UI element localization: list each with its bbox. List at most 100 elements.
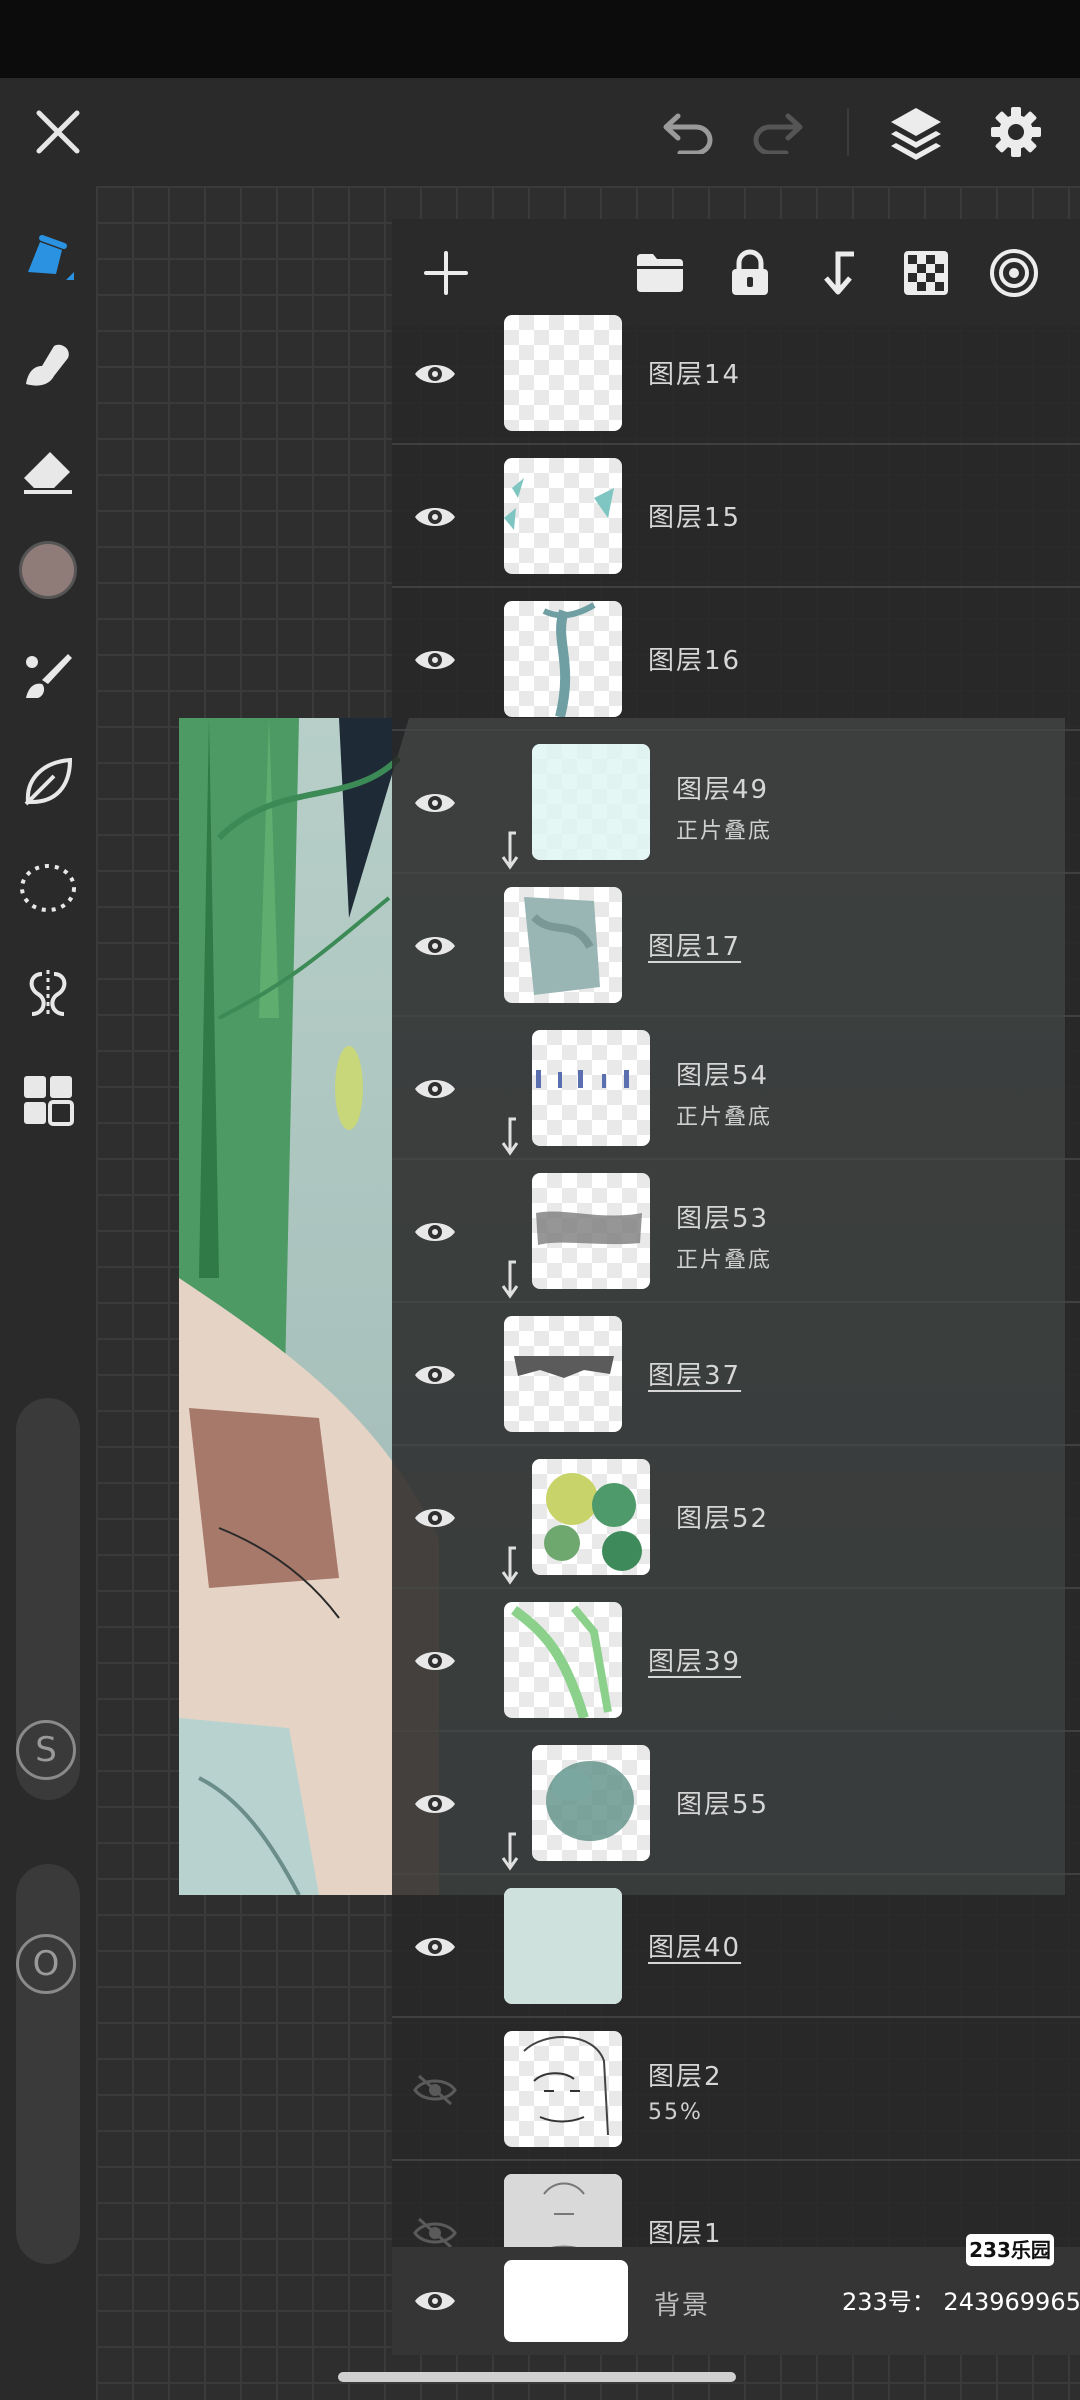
close-icon [36, 110, 80, 154]
layer-name: 图层55 [676, 1790, 770, 1820]
layer-row[interactable]: 图层52 [392, 1446, 1080, 1589]
layer-name: 图层16 [648, 646, 742, 676]
settings-button[interactable] [966, 78, 1066, 186]
layer-visibility-toggle[interactable] [392, 302, 478, 445]
brush-tool[interactable] [0, 210, 96, 306]
layer-visibility-toggle[interactable] [392, 1017, 478, 1160]
background-thumbnail [504, 2260, 628, 2342]
layer-thumbnail [532, 1459, 650, 1575]
layer-visibility-toggle[interactable] [392, 1589, 478, 1732]
layer-row[interactable]: 图层37 [392, 1303, 1080, 1446]
add-layer-icon [424, 251, 468, 295]
layer-name: 图层52 [676, 1504, 770, 1534]
top-toolbar [0, 78, 1080, 186]
undo-icon [663, 113, 713, 154]
smudge-tool[interactable] [0, 316, 96, 412]
layer-visibility-toggle[interactable] [392, 874, 478, 1017]
left-toolbar: S O [0, 186, 96, 2400]
layer-visibility-toggle[interactable] [392, 1732, 478, 1875]
layer-row[interactable]: 图层54 正片叠底 [392, 1017, 1080, 1160]
background-layer-name: 背景 [654, 2291, 711, 2321]
layer-row[interactable]: 图层55 [392, 1732, 1080, 1875]
eye-icon [415, 1079, 455, 1098]
layer-row[interactable]: 图层39 [392, 1589, 1080, 1732]
clip-arrow-icon [501, 1260, 519, 1299]
layer-thumbnail [532, 1173, 650, 1289]
layer-name: 图层49 [676, 775, 770, 805]
eraser-tool[interactable] [0, 422, 96, 518]
eye-icon [415, 364, 455, 383]
layer-name: 图层40 [648, 1933, 742, 1963]
layer-visibility-toggle[interactable] [392, 2018, 478, 2161]
eye-icon [415, 2292, 455, 2310]
clip-arrow-icon [501, 1117, 519, 1156]
symmetry-tool[interactable] [0, 946, 96, 1042]
clipping-mask-button[interactable] [798, 233, 878, 313]
layer-row[interactable]: 图层14 [392, 302, 1080, 445]
layer-visibility-toggle[interactable] [392, 731, 478, 874]
watermark-logo: 233乐园 [966, 2234, 1054, 2266]
layer-visibility-toggle[interactable] [392, 1303, 478, 1446]
layer-thumbnail [504, 458, 622, 574]
close-button[interactable] [8, 78, 108, 186]
layer-name: 图层17 [648, 932, 742, 962]
fill-tool[interactable] [0, 734, 96, 830]
layers-button[interactable] [866, 78, 966, 186]
layer-row[interactable]: 图层40 [392, 1875, 1080, 2018]
brush-tool-icon [28, 235, 74, 280]
layer-name: 图层2 [648, 2062, 723, 2092]
opacity-slider-label: O [32, 1944, 60, 1984]
layer-visibility-toggle[interactable] [392, 1446, 478, 1589]
smudge-tool-icon [26, 344, 69, 386]
home-indicator[interactable] [338, 2372, 736, 2382]
layer-blend-mode: 正片叠底 [676, 1105, 773, 1130]
painting-app: S O 图层14 图层15 图层16 图层49 正片叠底 图层17 图层54 正… [0, 0, 1080, 2400]
layer-name: 图层37 [648, 1361, 742, 1391]
layer-row[interactable]: 图层2 55% [392, 2018, 1080, 2161]
blend-mode-button[interactable] [974, 233, 1054, 313]
alpha-lock-button[interactable] [886, 233, 966, 313]
clip-arrow-icon [501, 1832, 519, 1871]
toolbar-divider [847, 108, 849, 156]
brush-library[interactable] [0, 628, 96, 724]
layer-thumbnail [532, 744, 650, 860]
color-picker[interactable] [0, 522, 96, 618]
lock-layer-button[interactable] [710, 233, 790, 313]
more-tools[interactable] [0, 1052, 96, 1148]
layer-row[interactable]: 图层15 [392, 445, 1080, 588]
layer-blend-mode: 正片叠底 [676, 819, 773, 844]
eye-icon [415, 1222, 455, 1241]
undo-button[interactable] [638, 78, 738, 186]
layer-name: 图层15 [648, 503, 742, 533]
selection-tool[interactable] [0, 840, 96, 936]
add-layer-button[interactable] [406, 233, 486, 313]
grid-menu-icon [24, 1076, 74, 1126]
layer-row[interactable]: 图层16 [392, 588, 1080, 731]
brush-opacity-knob[interactable]: O [16, 1934, 76, 1994]
layer-row[interactable]: 图层17 [392, 874, 1080, 1017]
layer-visibility-toggle[interactable] [392, 588, 478, 731]
eye-icon [415, 507, 455, 526]
layers-panel: 图层14 图层15 图层16 图层49 正片叠底 图层17 图层54 正片叠底 图层53 正片叠底… [392, 219, 1080, 2355]
layer-thumbnail [532, 1745, 650, 1861]
gear-icon [991, 107, 1041, 157]
layer-row[interactable]: 图层49 正片叠底 [392, 731, 1080, 874]
layer-thumbnail [504, 887, 622, 1003]
redo-button[interactable] [728, 78, 828, 186]
brush-library-icon [26, 654, 72, 698]
clip-merge-icon [824, 251, 854, 295]
eye-icon [415, 936, 455, 955]
layer-thumbnail [504, 1316, 622, 1432]
layer-name: 图层39 [648, 1647, 742, 1677]
layer-row[interactable]: 图层53 正片叠底 [392, 1160, 1080, 1303]
background-visibility-toggle[interactable] [392, 2247, 478, 2355]
layer-visibility-toggle[interactable] [392, 445, 478, 588]
layer-group-button[interactable] [620, 233, 700, 313]
watermark-id: 233号： 243969965 [842, 2288, 1080, 2316]
brush-size-knob[interactable]: S [16, 1720, 76, 1780]
folder-icon [637, 254, 683, 292]
layer-blend-mode: 55% [648, 2100, 703, 2125]
layer-visibility-toggle[interactable] [392, 1875, 478, 2018]
layer-visibility-toggle[interactable] [392, 1160, 478, 1303]
brush-opacity-slider[interactable] [16, 1864, 80, 2264]
